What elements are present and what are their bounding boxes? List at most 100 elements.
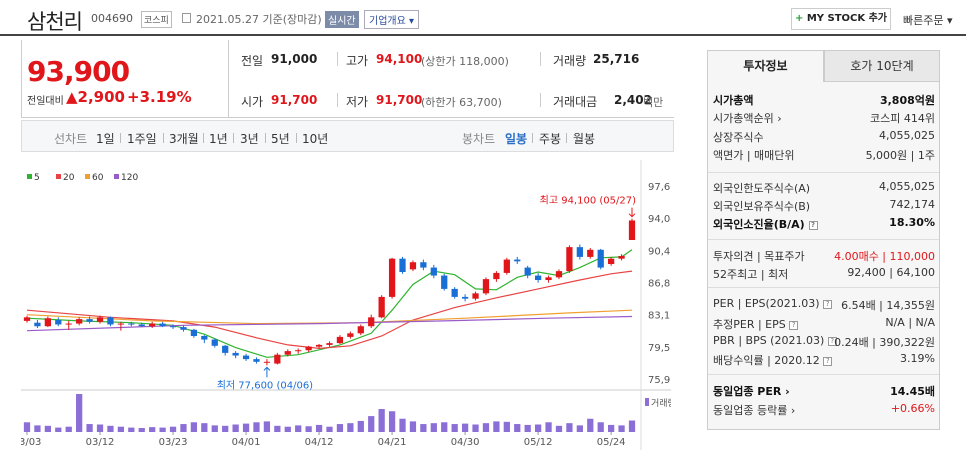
tab-hoga-10[interactable]: 호가 10단계 xyxy=(824,50,940,82)
period-1y[interactable]: 1년 xyxy=(209,130,228,147)
invest-info-value: 0.24배 | 390,322원 xyxy=(834,336,935,349)
divider xyxy=(163,133,164,143)
max-price-annotation: 최고 94,100 (05/27) xyxy=(540,195,636,207)
invest-info-row: 동일업종 등락률 › +0.66% xyxy=(713,402,935,420)
period-monthly[interactable]: 월봉 xyxy=(573,130,595,147)
volume-bar xyxy=(587,418,594,432)
ma-line-5 xyxy=(26,249,633,358)
invest-info-label: PER | EPS(2021.03) ? xyxy=(713,297,833,310)
quick-order-dropdown[interactable]: 빠른주문 ▾ xyxy=(903,12,953,28)
invest-info-row: 배당수익률 | 2020.12 ? 3.19% xyxy=(713,352,935,370)
candle-body xyxy=(149,323,156,327)
divider xyxy=(708,172,939,173)
x-tick-label: 04/12 xyxy=(305,437,334,448)
invest-info-label: 외국인소진율(B/A) ? xyxy=(713,216,818,232)
candle-body xyxy=(232,352,239,356)
candle-body xyxy=(503,259,510,273)
volume-bar xyxy=(357,420,364,432)
volume-bar xyxy=(378,409,385,432)
help-icon[interactable]: ? xyxy=(823,356,833,366)
invest-info-row: 외국인보유주식수(B) 742,174 xyxy=(713,198,935,216)
volume-bar xyxy=(336,424,344,432)
tab-invest-info[interactable]: 투자정보 xyxy=(707,50,824,82)
divider xyxy=(120,133,121,143)
candle-body xyxy=(409,262,417,270)
invest-info-row: 동일업종 PER › 14.45배 xyxy=(713,383,935,401)
divider xyxy=(233,133,234,143)
volume-bar xyxy=(76,394,83,432)
period-10y[interactable]: 10년 xyxy=(302,130,328,147)
open-value: 91,700 xyxy=(271,93,318,107)
candle-body xyxy=(222,345,229,353)
ma-line-20 xyxy=(26,270,633,350)
invest-info-label: 액면가 | 매매단위 xyxy=(713,149,795,162)
diff-rate: +3.19% xyxy=(127,88,192,106)
candle-body xyxy=(514,259,521,262)
x-tick-label: 04/21 xyxy=(378,437,407,448)
volume-bar xyxy=(253,422,260,432)
candle-body xyxy=(451,288,458,297)
volume-bar xyxy=(242,423,250,432)
volume-bar xyxy=(347,423,354,432)
stock-chart[interactable]: 5 20 60 120 97,665 94,046 90,427 86,808 83,188 79… xyxy=(21,160,671,450)
help-icon[interactable]: ? xyxy=(789,320,799,330)
period-3m[interactable]: 3개월 xyxy=(169,130,199,147)
invest-info-label: 상장주식수 xyxy=(713,131,764,144)
volume-bar xyxy=(169,426,177,432)
realtime-button[interactable]: 실시간 xyxy=(325,11,359,28)
volume-bar xyxy=(55,427,62,432)
candle-body xyxy=(566,247,573,272)
volume-bar xyxy=(514,424,521,432)
period-3y[interactable]: 3년 xyxy=(240,130,259,147)
candle-body xyxy=(388,258,396,297)
candle-body xyxy=(378,296,385,318)
volume-bar xyxy=(628,420,636,432)
period-5y[interactable]: 5년 xyxy=(271,130,290,147)
legend-label: 20 xyxy=(63,173,75,183)
period-1w[interactable]: 1주일 xyxy=(127,130,157,147)
period-1d[interactable]: 1일 xyxy=(96,130,115,147)
add-mystock-button[interactable]: + MY STOCK 추가 xyxy=(791,8,891,30)
invest-info-value: +0.66% xyxy=(890,402,935,415)
volume-bar xyxy=(232,424,239,432)
period-daily[interactable]: 일봉 xyxy=(505,130,527,147)
period-weekly[interactable]: 주봉 xyxy=(539,130,561,147)
low-value: 91,700 xyxy=(376,93,423,107)
help-icon[interactable]: ? xyxy=(823,299,833,309)
candle-body xyxy=(326,343,333,345)
calendar-icon xyxy=(182,13,191,23)
candle-body xyxy=(315,344,323,347)
candle-body xyxy=(534,275,542,281)
legend-swatch xyxy=(56,174,61,179)
invest-info-label: 외국인보유주식수(B) xyxy=(713,200,811,213)
volume-bar xyxy=(503,421,510,432)
volume-bar xyxy=(44,425,51,432)
divider xyxy=(708,374,939,375)
amount-label: 거래대금 xyxy=(553,95,598,109)
invest-info-value: 6.54배 | 14,355원 xyxy=(841,299,935,312)
company-info-dropdown[interactable]: 기업개요 ▾ xyxy=(364,10,419,29)
x-tick-label: 05/24 xyxy=(597,437,626,448)
y-tick-label: 97,665 xyxy=(648,182,671,193)
candle-body xyxy=(159,323,166,327)
volume-bar xyxy=(190,422,198,432)
help-icon[interactable]: ? xyxy=(808,220,818,230)
volume-bar xyxy=(295,425,302,432)
volume-bar xyxy=(315,424,323,432)
candle-chart-label: 봉차트 xyxy=(462,132,496,146)
volume-bar xyxy=(201,423,208,432)
volume-bar xyxy=(451,424,458,432)
high-value: 94,100 xyxy=(376,52,423,66)
volume-label: 거래량 xyxy=(553,54,587,68)
candle-body xyxy=(608,258,615,265)
invest-info-label: 투자의견 | 목표주가 xyxy=(713,250,805,263)
invest-info-value: 3,808억원 xyxy=(879,94,935,107)
ma-line-60 xyxy=(26,309,633,325)
candle-body xyxy=(169,326,177,328)
invest-info-value: 14.45배 xyxy=(890,385,935,398)
invest-info-value: 742,174 xyxy=(889,198,936,211)
invest-info-label: 시가총액순위 › xyxy=(713,112,782,125)
invest-info-label: 시가총액 xyxy=(713,94,754,107)
invest-info-row: 시가총액순위 › 코스피 414위 xyxy=(713,110,935,128)
add-mystock-label: MY STOCK 추가 xyxy=(806,13,888,24)
